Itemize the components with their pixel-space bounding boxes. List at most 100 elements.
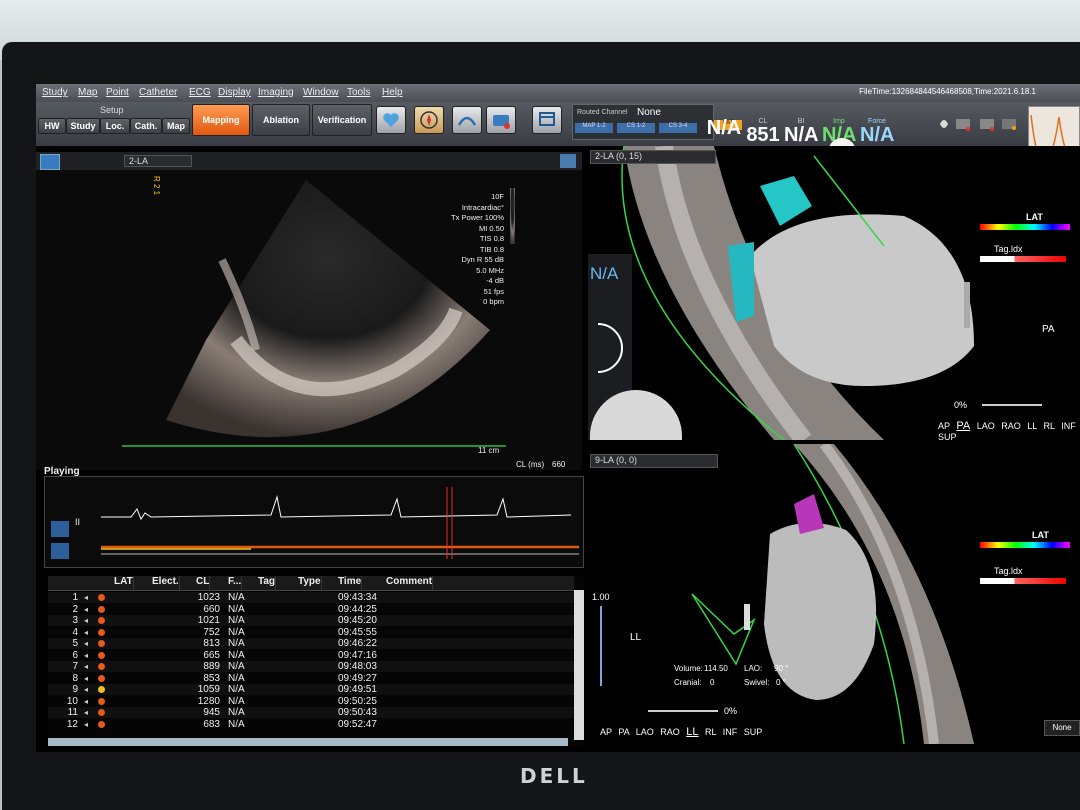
us-parameters: 10F Intracardiac° Tx Power 100% MI 0.50 … <box>451 192 504 306</box>
menu-help[interactable]: Help <box>382 87 403 98</box>
speaker-icon[interactable]: ◂ <box>84 661 88 672</box>
table-row[interactable]: 2 660 N/A 09:44:25 ◂ <box>48 604 574 615</box>
table-row[interactable]: 7 889 N/A 09:48:03 ◂ <box>48 661 574 672</box>
col-comment[interactable]: Comment <box>386 576 434 590</box>
table-row[interactable]: 4 752 N/A 09:45:55 ◂ <box>48 627 574 638</box>
camera-icon[interactable] <box>486 106 516 134</box>
col-type[interactable]: Type <box>298 576 322 590</box>
speaker-icon[interactable]: ◂ <box>84 604 88 615</box>
menu-point[interactable]: Point <box>106 87 129 98</box>
row-cl: 1059 <box>197 684 220 695</box>
bottom-nav-inf[interactable]: INF <box>723 727 738 737</box>
menu-display[interactable]: Display <box>218 87 251 98</box>
speaker-icon[interactable]: ◂ <box>84 719 88 730</box>
row-number: 1 <box>72 592 78 603</box>
speaker-icon[interactable]: ◂ <box>84 638 88 649</box>
table-row[interactable]: 9 1059 N/A 09:49:51 ◂ <box>48 684 574 695</box>
speaker-icon[interactable]: ◂ <box>84 592 88 603</box>
metric-force: Force N/A <box>860 118 895 146</box>
row-time: 09:49:27 <box>338 672 377 684</box>
bottom-opacity-slider[interactable] <box>648 710 718 712</box>
bottom-scale-slider[interactable] <box>600 606 602 686</box>
table-row[interactable]: 12 683 N/A 09:52:47 ◂ <box>48 719 574 730</box>
monitor-brand: DELL <box>520 764 588 788</box>
table-row[interactable]: 1 1023 N/A 09:43:34 ◂ <box>48 592 574 603</box>
top-view-dropdown[interactable]: 2-LA (0, 15) <box>590 150 716 164</box>
speaker-icon[interactable]: ◂ <box>84 627 88 638</box>
menu-catheter[interactable]: Catheter <box>139 87 177 98</box>
heart-view-icon[interactable] <box>40 154 60 170</box>
setup-map-button[interactable]: Map <box>162 118 190 134</box>
row-time: 09:50:25 <box>338 695 377 707</box>
setup-loc-button[interactable]: Loc. <box>100 118 130 134</box>
top-nav-ap[interactable]: AP <box>938 421 950 431</box>
speaker-icon[interactable]: ◂ <box>84 684 88 695</box>
bottom-nav-ap[interactable]: AP <box>600 727 612 737</box>
menu-ecg[interactable]: ECG <box>189 87 211 98</box>
top-nav-rl[interactable]: RL <box>1044 421 1055 431</box>
menu-tools[interactable]: Tools <box>347 87 370 98</box>
col-lat[interactable]: LAT <box>114 576 134 590</box>
bottom-nav-rao[interactable]: RAO <box>660 727 680 737</box>
setup-hw-button[interactable]: HW <box>38 118 66 134</box>
top-nav-ll[interactable]: LL <box>1027 421 1037 431</box>
heart-icon[interactable] <box>376 106 406 134</box>
menu-imaging[interactable]: Imaging <box>258 87 294 98</box>
bottom-nav-lao[interactable]: LAO <box>636 727 654 737</box>
top-nav-sup[interactable]: SUP <box>938 432 957 440</box>
table-row[interactable]: 11 945 N/A 09:50:43 ◂ <box>48 707 574 718</box>
top-nav-pa[interactable]: PA <box>956 420 970 432</box>
ablation-button[interactable]: Ablation <box>252 104 310 136</box>
channel-cs34-button[interactable]: CS 3-4 <box>659 123 697 133</box>
col-cl[interactable]: CL <box>196 576 211 590</box>
expand-icon[interactable] <box>560 154 576 168</box>
menu-window[interactable]: Window <box>303 87 339 98</box>
bottom-nav-sup[interactable]: SUP <box>744 727 763 737</box>
col-f[interactable]: F... <box>228 576 243 590</box>
speaker-icon[interactable]: ◂ <box>84 707 88 718</box>
ecg-refresh-icon[interactable] <box>51 543 69 559</box>
row-number: 7 <box>72 661 78 672</box>
window-layout-icon[interactable] <box>532 106 562 134</box>
row-number: 8 <box>72 672 78 684</box>
top-nav-inf[interactable]: INF <box>1061 421 1076 431</box>
table-row[interactable]: 5 813 N/A 09:46:22 ◂ <box>48 638 574 649</box>
table-row[interactable]: 8 853 N/A 09:49:27 ◂ <box>48 673 574 684</box>
bottom-nav-pa[interactable]: PA <box>618 727 629 737</box>
table-row[interactable]: 10 1280 N/A 09:50:25 ◂ <box>48 696 574 707</box>
routed-channel-value[interactable]: None <box>637 107 661 118</box>
mapping-button[interactable]: Mapping <box>192 104 250 136</box>
channel-map12-button[interactable]: MAP 1-2 <box>575 123 613 133</box>
us-view-dropdown[interactable]: 2-LA <box>124 155 192 167</box>
speaker-icon[interactable]: ◂ <box>84 615 88 626</box>
table-row[interactable]: 3 1021 N/A 09:45:20 ◂ <box>48 615 574 626</box>
speaker-icon[interactable]: ◂ <box>84 673 88 684</box>
top-nav-rao[interactable]: RAO <box>1001 421 1021 431</box>
table-vscroll[interactable] <box>574 590 584 740</box>
col-time[interactable]: Time <box>338 576 363 590</box>
setup-study-button[interactable]: Study <box>66 118 100 134</box>
top-opacity-slider[interactable] <box>982 404 1042 406</box>
bottom-nav-ll[interactable]: LL <box>686 726 698 738</box>
ecg-settings-icon[interactable] <box>51 521 69 537</box>
setup-cath-button[interactable]: Cath. <box>130 118 162 134</box>
col-tag[interactable]: Tag <box>258 576 277 590</box>
top-nav-lao[interactable]: LAO <box>977 421 995 431</box>
map-view-top[interactable]: 2-LA (0, 15) LAT Tag.ldx PA 0% AP PA LAO… <box>584 146 1080 440</box>
compass-icon[interactable] <box>414 106 444 134</box>
speaker-icon[interactable]: ◂ <box>84 650 88 661</box>
catheter-view-icon[interactable] <box>452 106 482 134</box>
table-hscroll[interactable] <box>48 738 568 746</box>
none-button[interactable]: None <box>1044 720 1080 736</box>
menu-map[interactable]: Map <box>78 87 97 98</box>
point-status-icon <box>98 686 105 693</box>
speaker-icon[interactable]: ◂ <box>84 696 88 707</box>
verification-button[interactable]: Verification <box>312 104 372 136</box>
bottom-nav-rl[interactable]: RL <box>705 727 716 737</box>
channel-cs12-button[interactable]: CS 1-2 <box>617 123 655 133</box>
map-view-bottom[interactable]: 9-LA (0, 0) LAT Tag.ldx 1.00 LL Volume: … <box>584 444 1080 744</box>
table-row[interactable]: 6 665 N/A 09:47:16 ◂ <box>48 650 574 661</box>
col-elect[interactable]: Elect. <box>152 576 180 590</box>
bottom-view-dropdown[interactable]: 9-LA (0, 0) <box>590 454 718 468</box>
menu-study[interactable]: Study <box>42 87 68 98</box>
